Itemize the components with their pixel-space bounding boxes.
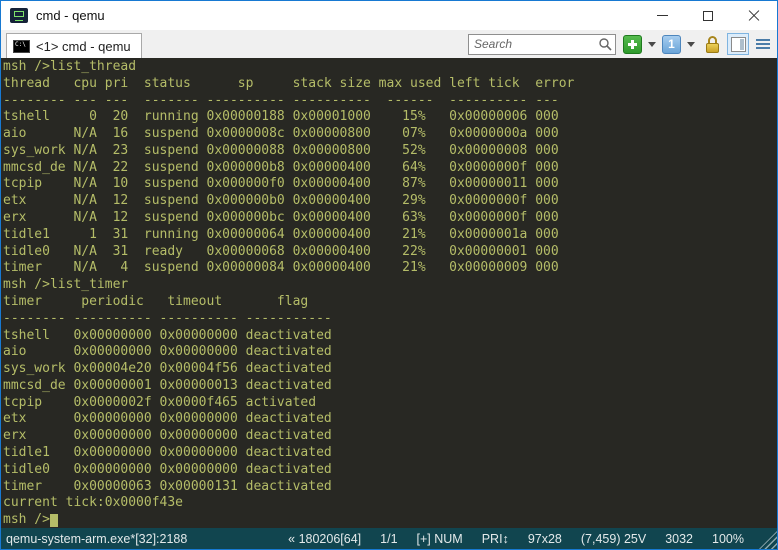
console-line: timer periodic timeout flag	[3, 294, 777, 311]
lock-icon[interactable]	[705, 36, 720, 53]
conemu-window: cmd - qemu C:\ <1> cmd - qemu 1	[0, 0, 778, 550]
terminal-cursor	[50, 514, 58, 527]
active-console-button[interactable]: 1	[662, 35, 681, 54]
console-line: mmcsd_de N/A 22 suspend 0x000000b8 0x000…	[3, 160, 777, 177]
search-box	[468, 34, 616, 55]
status-right: « 180206[64] 1/1 [+] NUM PRI↕ 97x28 (7,4…	[288, 532, 744, 546]
console-line: erx N/A 12 suspend 0x000000bc 0x00000400…	[3, 210, 777, 227]
close-icon	[748, 10, 760, 22]
status-cursor-info: (7,459) 25V	[581, 532, 646, 546]
maximize-button[interactable]	[685, 1, 731, 30]
console-list-dropdown-icon[interactable]	[687, 42, 695, 47]
new-console-button[interactable]	[623, 35, 642, 54]
status-value: 3032	[665, 532, 693, 546]
maximize-icon	[703, 11, 713, 21]
minimize-icon	[657, 15, 668, 16]
console-line: timer N/A 4 suspend 0x00000084 0x0000040…	[3, 260, 777, 277]
status-process: qemu-system-arm.exe*[32]:2188	[6, 532, 187, 546]
console-line: thread cpu pri status sp stack size max …	[3, 76, 777, 93]
console-line: tidle1 0x00000000 0x00000000 deactivated	[3, 445, 777, 462]
console-line: timer 0x00000063 0x00000131 deactivated	[3, 479, 777, 496]
panel-toggle-button[interactable]	[727, 33, 749, 55]
console-line: tcpip 0x0000002f 0x0000f465 activated	[3, 395, 777, 412]
status-zoom: 100%	[712, 532, 744, 546]
sidebar-square-icon	[731, 37, 746, 52]
search-input[interactable]	[474, 37, 598, 51]
console-area[interactable]: msh />list_threadthread cpu pri status s…	[1, 58, 777, 528]
toolbar: 1	[623, 33, 772, 55]
console-line: current tick:0x0000f43e	[3, 495, 777, 512]
search-icon[interactable]	[598, 37, 612, 51]
status-build: « 180206[64]	[288, 532, 361, 546]
console-line: sys_work 0x00004e20 0x00004f56 deactivat…	[3, 361, 777, 378]
console-line: mmcsd_de 0x00000001 0x00000013 deactivat…	[3, 378, 777, 395]
status-bar: qemu-system-arm.exe*[32]:2188 « 180206[6…	[1, 528, 777, 549]
console-line: aio 0x00000000 0x00000000 deactivated	[3, 344, 777, 361]
console-output: msh />list_threadthread cpu pri status s…	[3, 59, 777, 528]
titlebar: cmd - qemu	[1, 1, 777, 30]
console-line: aio N/A 16 suspend 0x0000008c 0x00000800…	[3, 126, 777, 143]
status-numlock: [+] NUM	[417, 532, 463, 546]
console-line: msh />	[3, 512, 777, 528]
minimize-button[interactable]	[639, 1, 685, 30]
console-line: etx 0x00000000 0x00000000 deactivated	[3, 411, 777, 428]
tab-label: <1> cmd - qemu	[36, 39, 131, 54]
console-line: tidle0 N/A 31 ready 0x00000068 0x0000040…	[3, 244, 777, 261]
console-line: tidle1 1 31 running 0x00000064 0x0000040…	[3, 227, 777, 244]
close-button[interactable]	[731, 1, 777, 30]
status-priority: PRI↕	[482, 532, 509, 546]
status-console-count: 1/1	[380, 532, 397, 546]
console-line: -------- --- --- ------- ---------- ----…	[3, 93, 777, 110]
console-line: erx 0x00000000 0x00000000 deactivated	[3, 428, 777, 445]
status-console-size: 97x28	[528, 532, 562, 546]
console-line: sys_work N/A 23 suspend 0x00000088 0x000…	[3, 143, 777, 160]
new-console-dropdown-icon[interactable]	[648, 42, 656, 47]
console-line: msh />list_timer	[3, 277, 777, 294]
console-line: msh />list_thread	[3, 59, 777, 76]
console-line: tidle0 0x00000000 0x00000000 deactivated	[3, 462, 777, 479]
console-line: -------- ---------- ---------- ---------…	[3, 311, 777, 328]
console-line: etx N/A 12 suspend 0x000000b0 0x00000400…	[3, 193, 777, 210]
window-title: cmd - qemu	[36, 8, 105, 23]
resize-grip-icon[interactable]	[759, 531, 777, 549]
tab-cmd-qemu[interactable]: C:\ <1> cmd - qemu	[6, 33, 142, 58]
console-line: tshell 0 20 running 0x00000188 0x0000100…	[3, 109, 777, 126]
tab-bar: C:\ <1> cmd - qemu 1	[1, 30, 777, 58]
app-icon	[10, 8, 28, 23]
console-line: tshell 0x00000000 0x00000000 deactivated	[3, 328, 777, 345]
cmd-prompt-icon: C:\	[13, 40, 30, 53]
console-line: tcpip N/A 10 suspend 0x000000f0 0x000004…	[3, 176, 777, 193]
menu-icon[interactable]	[756, 39, 770, 49]
